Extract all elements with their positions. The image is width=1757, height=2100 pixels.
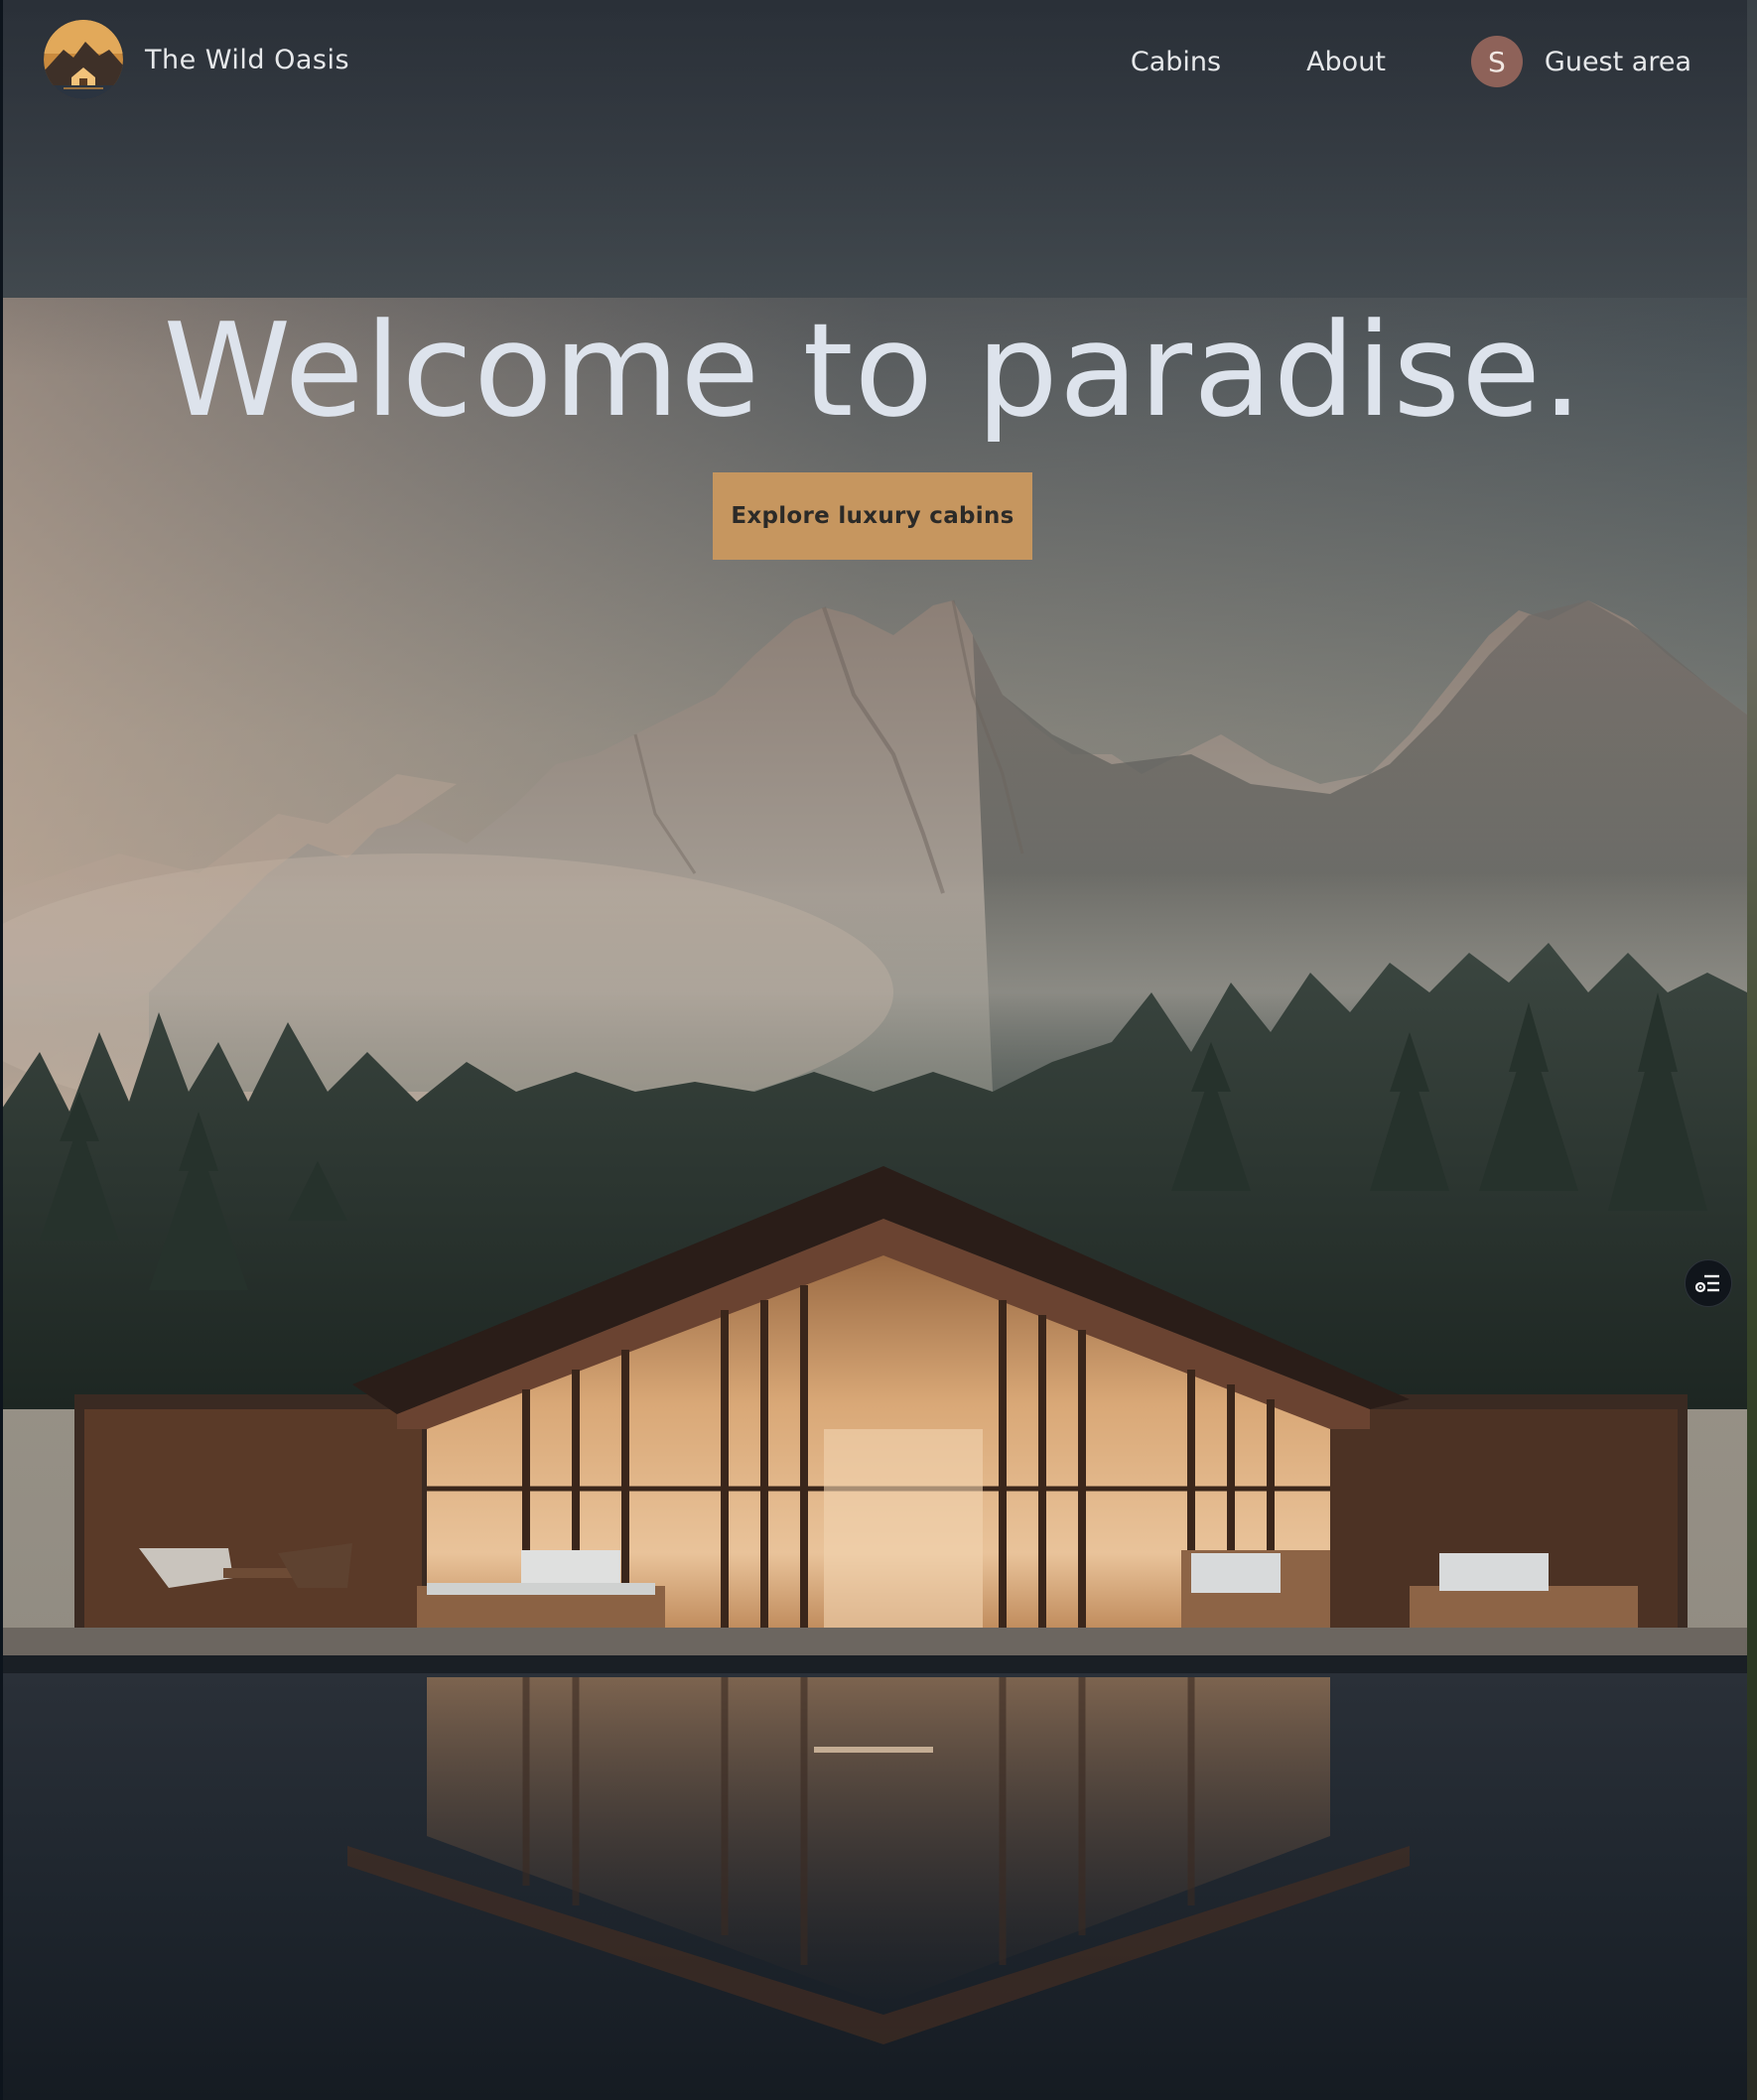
nav-about-link[interactable]: About bbox=[1306, 47, 1386, 77]
guest-area-link[interactable]: S Guest area bbox=[1470, 36, 1691, 87]
guest-area-label: Guest area bbox=[1544, 46, 1691, 77]
main-nav: Cabins About S Guest area bbox=[1131, 36, 1691, 87]
user-avatar: S bbox=[1470, 36, 1523, 87]
mountain-cabin-logo-icon bbox=[44, 20, 123, 99]
explore-cabins-button[interactable]: Explore luxury cabins bbox=[713, 472, 1032, 560]
site-header: The Wild Oasis Cabins About S Guest area bbox=[0, 0, 1747, 117]
floating-settings-button[interactable] bbox=[1685, 1259, 1732, 1307]
brand-link[interactable]: The Wild Oasis bbox=[44, 20, 349, 99]
nav-cabins-link[interactable]: Cabins bbox=[1131, 47, 1221, 77]
brand-name: The Wild Oasis bbox=[145, 44, 350, 75]
hero-title: Welcome to paradise. bbox=[163, 295, 1584, 446]
window-edge-right bbox=[1747, 0, 1757, 2100]
list-settings-icon bbox=[1695, 1274, 1719, 1293]
